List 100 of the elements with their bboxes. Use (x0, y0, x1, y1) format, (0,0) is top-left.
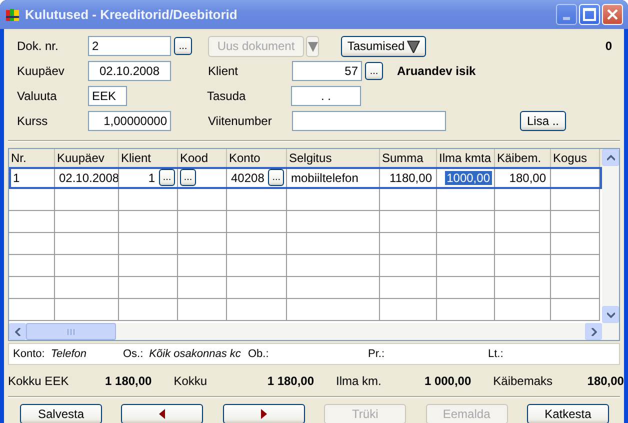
table-cell (380, 255, 437, 277)
scroll-left-button[interactable] (9, 323, 26, 340)
column-header[interactable]: Kood (178, 149, 227, 167)
table-cell (119, 211, 178, 233)
add-button[interactable]: Lisa .. (520, 111, 566, 131)
table-cell (119, 189, 178, 211)
table-cell (227, 277, 287, 299)
horizontal-scrollbar[interactable] (9, 323, 619, 340)
action-button[interactable]: Salvesta (20, 404, 102, 423)
previous-button[interactable] (121, 404, 204, 423)
table-cell (9, 189, 55, 211)
window-title: Kulutused - Kreeditorid/Deebitorid (25, 7, 238, 22)
input-field[interactable] (292, 111, 446, 131)
scroll-down-button[interactable] (602, 306, 619, 323)
table-cell-text: 1 (12, 170, 21, 184)
table-cell: 1000,00 (444, 170, 492, 184)
field-label: Tasuda (207, 89, 247, 103)
close-button[interactable] (602, 4, 623, 25)
table-cell (119, 277, 178, 299)
column-header[interactable]: Ilma kmta (437, 149, 495, 167)
total-value: 1 180,00 (266, 374, 316, 388)
field-label: Valuuta (17, 89, 58, 103)
column-header[interactable]: Kuupäev (55, 149, 119, 167)
table-cell-text: 40208 (230, 170, 266, 184)
table-cell (119, 233, 178, 255)
total-value: 180,00 (586, 374, 624, 388)
table-cell (9, 211, 55, 233)
info-label: Konto: (13, 348, 45, 360)
date-field[interactable]: . . (291, 86, 361, 106)
column-header[interactable]: Konto (227, 149, 287, 167)
column-header[interactable]: Selgitus (287, 149, 380, 167)
scroll-thumb[interactable] (26, 323, 116, 340)
column-header[interactable]: Klient (119, 149, 178, 167)
column-header[interactable]: Nr. (9, 149, 55, 167)
input-field[interactable]: 1,00000000 (88, 111, 171, 131)
browse-button[interactable]: ... (174, 37, 192, 55)
table-cell (551, 299, 600, 321)
table-cell (178, 277, 227, 299)
column-header[interactable]: Summa (380, 149, 437, 167)
table-cell (55, 189, 119, 211)
browse-button[interactable]: ... (180, 169, 196, 186)
info-label: Ob.: (248, 348, 269, 360)
column-header[interactable]: Käibem. (495, 149, 551, 167)
browse-button[interactable]: ... (365, 62, 383, 80)
total-value: 1 180,00 (104, 374, 153, 388)
table-cell-text: mobiiltelefon (290, 170, 360, 184)
table-cell (437, 255, 495, 277)
table-cell (495, 299, 551, 321)
browse-button[interactable]: ... (268, 169, 284, 186)
field-label: Klient (208, 64, 240, 78)
caret-icon (308, 40, 318, 52)
scroll-up-button[interactable] (602, 149, 619, 166)
table-cell (551, 189, 600, 211)
column-header[interactable]: Kogus (551, 149, 600, 167)
table-cell-text: 1180,00 (388, 170, 433, 184)
app-icon (5, 6, 21, 22)
table-cell (437, 189, 495, 211)
triangle-right-icon (260, 409, 267, 419)
table-cell (437, 233, 495, 255)
payments-button[interactable]: Tasumised (341, 36, 426, 56)
caret-icon (406, 40, 420, 52)
table-cell (551, 233, 600, 255)
table-cell (227, 189, 287, 211)
table-cell (227, 255, 287, 277)
input-field[interactable]: EEK (88, 86, 127, 106)
table-cell-text: 180,00 (508, 170, 547, 184)
table-cell (380, 233, 437, 255)
table-cell (119, 255, 178, 277)
table-cell (55, 277, 119, 299)
table-cell (495, 255, 551, 277)
input-field[interactable]: 57 (292, 61, 362, 81)
maximize-button[interactable] (579, 4, 600, 25)
table-cell (55, 299, 119, 321)
grip-icon (66, 328, 76, 334)
table-cell (551, 255, 600, 277)
total-value: 1 000,00 (423, 374, 472, 388)
table-cell (55, 211, 119, 233)
table-cell (178, 255, 227, 277)
table-cell (178, 189, 227, 211)
chevron-down-icon (606, 312, 614, 318)
table-cell (495, 189, 551, 211)
vertical-scrollbar[interactable] (602, 149, 619, 323)
table-cell (551, 211, 600, 233)
table-cell (227, 299, 287, 321)
table-cell (551, 277, 600, 299)
chevron-right-icon (590, 328, 596, 336)
client-name: Aruandev isik (397, 64, 476, 78)
field-label: Dok. nr. (17, 39, 60, 53)
table-cell (178, 211, 227, 233)
next-button[interactable] (222, 404, 305, 423)
date-field[interactable]: 02.10.2008 (88, 61, 171, 81)
chevron-left-icon (14, 328, 20, 336)
total-label: Kokku (174, 374, 208, 388)
input-field[interactable]: 2 (88, 36, 171, 56)
browse-button[interactable]: ... (159, 169, 175, 186)
scroll-right-button[interactable] (585, 323, 602, 340)
action-button[interactable]: Katkesta (526, 404, 609, 423)
table-cell (55, 233, 119, 255)
table-cell (9, 277, 55, 299)
table-cell (178, 233, 227, 255)
